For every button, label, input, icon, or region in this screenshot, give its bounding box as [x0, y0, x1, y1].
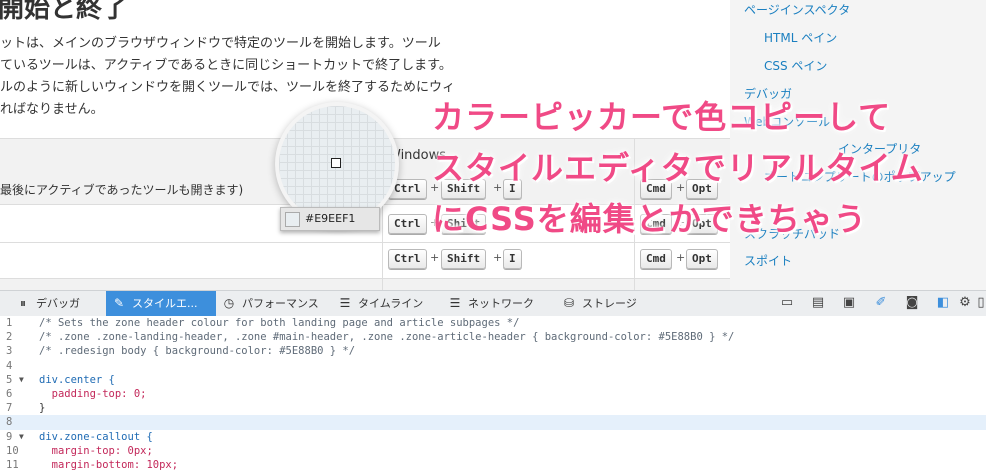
- code-line: 11 margin-bottom: 10px;: [0, 458, 986, 472]
- tab-label: タイムライン: [358, 297, 424, 310]
- line-number: 10: [6, 444, 19, 457]
- code-line: 7 }: [0, 401, 986, 415]
- plus-sign: +: [676, 251, 686, 264]
- code-line: 5 ▼ div.center {: [0, 373, 986, 387]
- color-swatch: [285, 212, 300, 227]
- table-row: [0, 278, 730, 290]
- tab-label: パフォーマンス: [242, 297, 319, 310]
- line-number: 5: [6, 373, 13, 386]
- line-number: 11: [6, 459, 19, 471]
- key-ctrl: Ctrl: [388, 249, 427, 269]
- code-line: 4: [0, 359, 986, 373]
- table-row: [0, 242, 730, 279]
- line-number: 7: [6, 402, 13, 415]
- code-line: 3 /* .redesign body { background-color: …: [0, 344, 986, 358]
- tab-label: ネットワーク: [468, 297, 534, 310]
- line-number: 3: [6, 345, 13, 358]
- tab-label: ストレージ: [582, 297, 637, 310]
- dock-icon[interactable]: ▯: [976, 295, 986, 311]
- tab-style-editor[interactable]: ✎ スタイルエ...: [106, 291, 216, 316]
- tab-performance[interactable]: ◷ パフォーマンス: [222, 291, 332, 316]
- key-i: I: [503, 249, 522, 269]
- magnifier-center-pixel: [331, 158, 341, 168]
- sidebar-item-css-pane[interactable]: CSS ペイン: [764, 57, 827, 74]
- code-text: div.zone-callout {: [39, 430, 153, 443]
- code-text: padding-top: 0;: [39, 388, 147, 400]
- network-icon: ☰: [449, 296, 461, 310]
- timeline-icon: ☰: [339, 296, 351, 310]
- pause-icon: ⏸: [19, 296, 26, 310]
- paragraph-line: ットは、メインのブラウザウィンドウで特定のツールを開始します。ツール: [0, 36, 441, 51]
- line-number: 6: [6, 388, 13, 400]
- sidebar-item-eyedropper[interactable]: スポイト: [744, 252, 792, 269]
- paragraph-line: ているツールは、アクティブであるときに同じショートカットで終了します。: [0, 58, 452, 73]
- caption-line-3: にCSSを編集とかできちゃう: [432, 200, 867, 238]
- code-line: 1 /* Sets the zone header colour for bot…: [0, 316, 986, 330]
- eyedropper-icon[interactable]: ✐: [873, 295, 889, 311]
- code-line-current: 8: [0, 415, 986, 430]
- plus-sign: +: [493, 251, 503, 264]
- line-number: 4: [6, 359, 13, 372]
- paragraph-line: ルのように新しいウィンドウを開くツールでは、ツールを終了するためにウィ: [0, 80, 456, 95]
- key-shift: Shift: [441, 249, 487, 269]
- docs-page: 開始と終了 ットは、メインのブラウザウィンドウで特定のツールを開始します。ツール…: [0, 0, 986, 290]
- screenshot-icon[interactable]: ◙: [904, 295, 920, 311]
- code-text: /* .redesign body { background-color: #5…: [39, 345, 356, 358]
- code-line: 6 padding-top: 0;: [0, 387, 986, 401]
- line-number: 9: [6, 430, 13, 443]
- gear-icon[interactable]: ⚙: [957, 295, 973, 311]
- code-text: margin-bottom: 10px;: [39, 459, 179, 471]
- code-line: 2 /* .zone .zone-landing-header, .zone #…: [0, 330, 986, 344]
- paragraph-line: ればなりません。: [0, 102, 104, 117]
- line-number: 8: [6, 416, 13, 429]
- style-editor-pane[interactable]: 1 /* Sets the zone header colour for bot…: [0, 316, 986, 471]
- code-line: 9 ▼ div.zone-callout {: [0, 430, 986, 444]
- code-text: /* Sets the zone header colour for both …: [39, 317, 520, 329]
- code-text: }: [39, 402, 46, 415]
- table-cell-description: 最後にアクティブであったツールも開きます): [0, 183, 244, 197]
- color-value-label: #E9EEF1: [305, 212, 356, 225]
- storage-icon: ⛁: [563, 296, 575, 310]
- sidebar-item-page-inspector[interactable]: ページインスペクタ: [744, 1, 850, 18]
- caption-line-2: スタイルエディタでリアルタイム: [432, 149, 924, 187]
- split-icon[interactable]: ◧: [935, 295, 951, 311]
- tab-label: デバッガ: [36, 297, 80, 310]
- code-text: div.center {: [39, 373, 115, 386]
- fold-arrow-icon[interactable]: ▼: [19, 373, 24, 387]
- eyedropper-magnifier[interactable]: [279, 106, 395, 222]
- line-number: 1: [6, 317, 13, 329]
- key-ctrl: Ctrl: [388, 179, 427, 199]
- key-cmd: Cmd: [640, 249, 672, 269]
- tab-label: スタイルエ...: [132, 297, 198, 310]
- gauge-icon: ◷: [223, 296, 235, 310]
- key-ctrl: Ctrl: [388, 214, 427, 234]
- color-value-box: #E9EEF1: [280, 207, 380, 231]
- console-icon[interactable]: ▭: [779, 295, 795, 311]
- pencil-icon: ✎: [113, 296, 125, 310]
- key-opt: Opt: [686, 249, 718, 269]
- code-text: /* .zone .zone-landing-header, .zone #ma…: [39, 331, 735, 344]
- caption-line-1: カラーピッカーで色コピーして: [432, 98, 892, 136]
- line-number: 2: [6, 331, 13, 344]
- code-text: margin-top: 0px;: [39, 444, 153, 457]
- tab-network[interactable]: ☰ ネットワーク: [448, 291, 548, 316]
- scratchpad-icon[interactable]: ▤: [810, 295, 826, 311]
- tab-debugger[interactable]: ⏸ デバッガ: [16, 291, 102, 316]
- fold-arrow-icon[interactable]: ▼: [19, 430, 24, 444]
- sidebar-item-html-pane[interactable]: HTML ペイン: [764, 29, 837, 46]
- responsive-icon[interactable]: ▣: [841, 295, 857, 311]
- page-title: 開始と終了: [0, 0, 129, 24]
- code-line: 10 margin-top: 0px;: [0, 444, 986, 458]
- plus-sign: +: [430, 251, 440, 264]
- tab-storage[interactable]: ⛁ ストレージ: [562, 291, 652, 316]
- tab-timeline[interactable]: ☰ タイムライン: [338, 291, 438, 316]
- devtools-toolbar: ⏸ デバッガ ✎ スタイルエ... ◷ パフォーマンス ☰ タイムライン ☰ ネットワーク…: [0, 290, 986, 317]
